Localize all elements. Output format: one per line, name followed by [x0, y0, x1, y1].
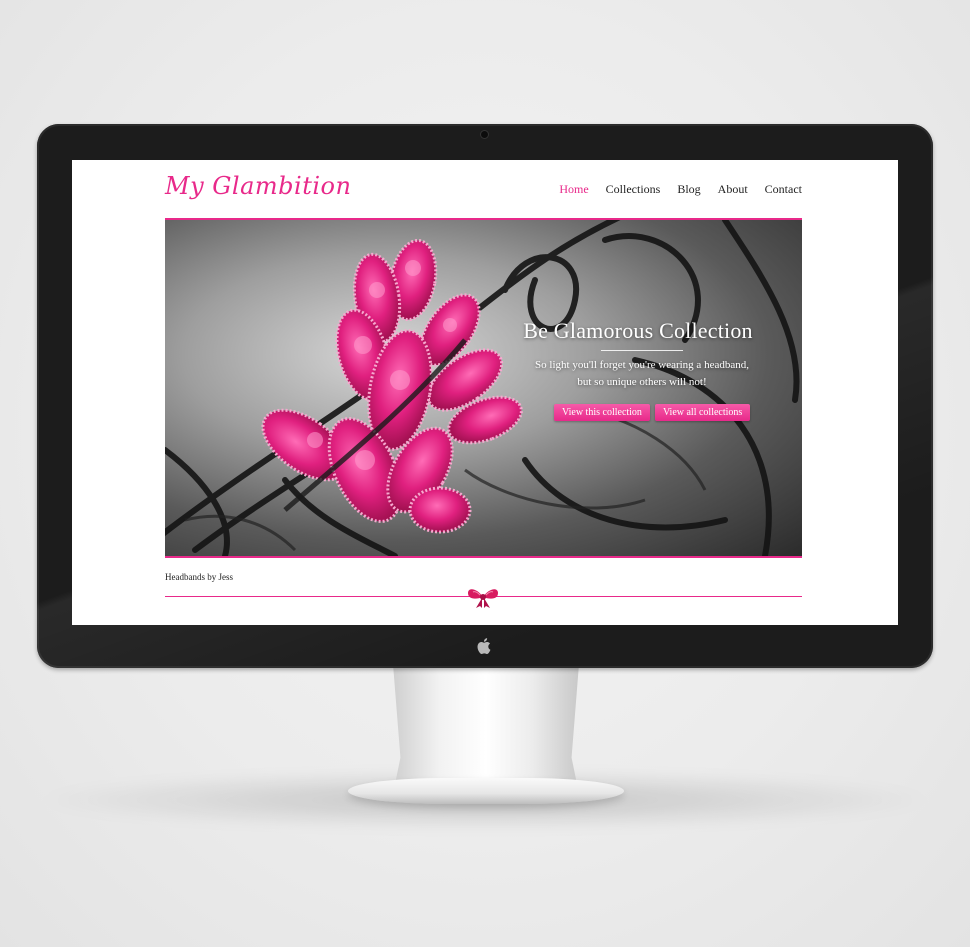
- monitor-screen: My Glambition Home Collections Blog Abou…: [72, 160, 898, 625]
- footer-credit: Headbands by Jess: [165, 572, 233, 582]
- monitor-stand: [393, 664, 579, 794]
- website: My Glambition Home Collections Blog Abou…: [165, 160, 802, 625]
- view-all-collections-button[interactable]: View all collections: [654, 404, 751, 421]
- hero-caption: Be Glamorous Collection So light you'll …: [523, 318, 757, 391]
- nav-blog[interactable]: Blog: [677, 182, 700, 197]
- bow-icon: [468, 589, 498, 608]
- monitor-stand-base: [348, 778, 624, 804]
- hero-subtitle: So light you'll forget you're wearing a …: [527, 357, 757, 391]
- nav-collections[interactable]: Collections: [606, 182, 661, 197]
- hero-divider: [601, 350, 683, 351]
- apple-logo-icon: [477, 638, 491, 654]
- hero-subtitle-line-2: but so unique others will not!: [577, 376, 707, 388]
- nav-about[interactable]: About: [718, 182, 748, 197]
- view-this-collection-button[interactable]: View this collection: [554, 404, 650, 421]
- hero-subtitle-line-1: So light you'll forget you're wearing a …: [535, 359, 749, 371]
- main-nav: Home Collections Blog About Contact: [559, 182, 802, 197]
- site-logo[interactable]: My Glambition: [165, 172, 351, 200]
- hero-button-group: View this collection View all collection…: [554, 404, 751, 421]
- hero-title: Be Glamorous Collection: [523, 318, 753, 343]
- nav-contact[interactable]: Contact: [765, 182, 802, 197]
- nav-home[interactable]: Home: [559, 182, 588, 197]
- hero-banner: Be Glamorous Collection So light you'll …: [165, 218, 802, 558]
- camera-icon: [481, 131, 488, 138]
